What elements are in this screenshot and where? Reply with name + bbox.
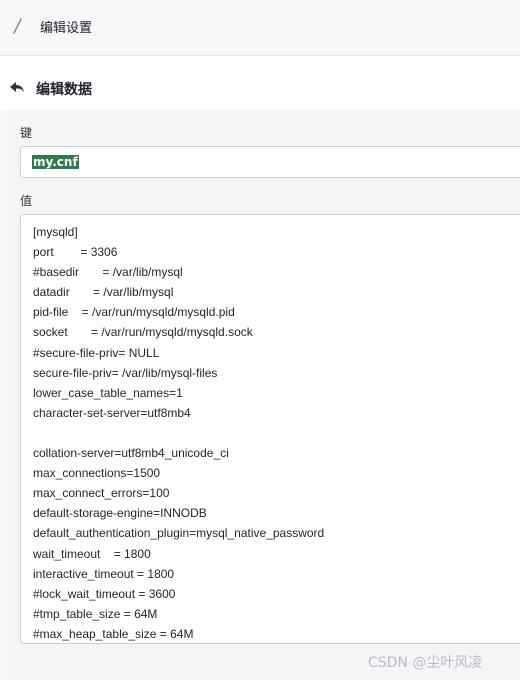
sub-header: 编辑数据 bbox=[0, 56, 520, 110]
value-textarea[interactable]: [mysqld] port = 3306 #basedir = /var/lib… bbox=[20, 214, 520, 644]
key-input-value: my.cnf bbox=[32, 155, 79, 169]
value-label: 值 bbox=[20, 194, 33, 208]
key-input[interactable]: my.cnf bbox=[20, 146, 520, 178]
value-textarea-content: [mysqld] port = 3306 #basedir = /var/lib… bbox=[33, 225, 325, 641]
page-title: 编辑设置 bbox=[40, 21, 93, 36]
back-arrow-icon[interactable] bbox=[9, 80, 25, 94]
watermark: CSDN @尘叶风凌 bbox=[368, 655, 483, 671]
edit-pencil-icon bbox=[10, 16, 26, 36]
top-bar: 编辑设置 bbox=[0, 0, 520, 56]
key-label: 键 bbox=[20, 126, 33, 140]
section-title: 编辑数据 bbox=[36, 82, 92, 98]
